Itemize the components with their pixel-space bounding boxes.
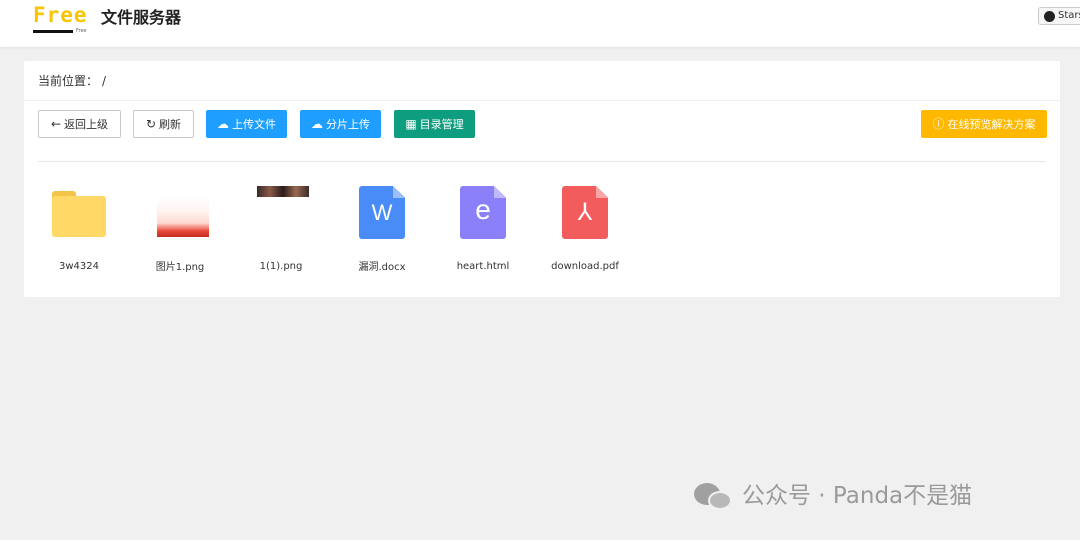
- info-circle-icon: ⓘ: [932, 117, 945, 131]
- pdf-file-icon: ⅄: [562, 186, 608, 239]
- file-name: 漏洞.docx: [358, 262, 406, 273]
- html-file-icon: e: [460, 186, 506, 239]
- logo-subtext: Free: [76, 28, 87, 34]
- toolbar-divider: [38, 161, 1046, 162]
- file-item-folder[interactable]: 3w4324: [34, 183, 124, 275]
- file-browser-card: 当前位置： / ← 返回上级 ↻ 刷新 ☁ 上传文件 ☁ 分片上传 ▦ 目录管理…: [24, 61, 1060, 297]
- file-name: download.pdf: [551, 261, 619, 272]
- github-icon: [1044, 10, 1055, 22]
- breadcrumb-label: 当前位置：: [38, 74, 99, 88]
- cloud-upload-icon: ☁: [311, 117, 323, 131]
- refresh-icon: ↻: [145, 117, 157, 131]
- file-name: 图片1.png: [155, 262, 205, 273]
- file-item-html[interactable]: e heart.html: [438, 183, 528, 275]
- image-thumbnail: [157, 197, 209, 237]
- app-logo[interactable]: Free Free: [33, 3, 95, 37]
- cloud-upload-icon: ☁: [217, 117, 229, 131]
- logo-text: Free: [33, 3, 88, 27]
- dir-manage-label: 目录管理: [419, 118, 464, 131]
- breadcrumb-path[interactable]: /: [102, 72, 106, 90]
- refresh-label: 刷新: [159, 118, 182, 131]
- file-name: heart.html: [456, 261, 510, 272]
- stars-label: Stars: [1058, 10, 1080, 21]
- upload-label: 上传文件: [232, 118, 276, 131]
- file-name: 3w4324: [59, 261, 99, 272]
- file-item-docx[interactable]: W 漏洞.docx: [337, 183, 427, 275]
- file-item-image[interactable]: 图片1.png: [135, 183, 225, 275]
- word-file-icon: W: [359, 186, 405, 239]
- back-label: 返回上级: [64, 118, 109, 131]
- upload-file-button[interactable]: ☁ 上传文件: [206, 110, 287, 138]
- chunk-upload-label: 分片上传: [326, 118, 370, 131]
- github-stars-button[interactable]: Stars: [1038, 7, 1080, 25]
- preview-solution-label: 在线预览解决方案: [947, 118, 1036, 131]
- refresh-button[interactable]: ↻ 刷新: [133, 110, 194, 138]
- file-item-image[interactable]: 1(1).png: [236, 183, 326, 275]
- file-item-pdf[interactable]: ⅄ download.pdf: [540, 183, 630, 275]
- top-header: Free Free 文件服务器 Stars: [0, 0, 1080, 47]
- chunk-upload-button[interactable]: ☁ 分片上传: [300, 110, 381, 138]
- preview-solution-button[interactable]: ⓘ 在线预览解决方案: [921, 110, 1047, 138]
- back-button[interactable]: ← 返回上级: [38, 110, 121, 138]
- watermark-text: 公众号 · Panda不是猫: [742, 483, 973, 509]
- directory-manage-button[interactable]: ▦ 目录管理: [394, 110, 475, 138]
- breadcrumb: 当前位置： /: [38, 72, 106, 90]
- image-thumbnail: [257, 186, 309, 197]
- watermark: 公众号 · Panda不是猫: [694, 479, 972, 513]
- logo-underline: [33, 30, 73, 33]
- folder-icon: [52, 191, 106, 237]
- breadcrumb-divider: [24, 100, 1060, 101]
- arrow-left-icon: ←: [50, 117, 62, 131]
- app-title: 文件服务器: [101, 8, 182, 27]
- grid-add-icon: ▦: [405, 117, 417, 131]
- wechat-icon: [694, 481, 734, 511]
- file-name: 1(1).png: [259, 261, 303, 272]
